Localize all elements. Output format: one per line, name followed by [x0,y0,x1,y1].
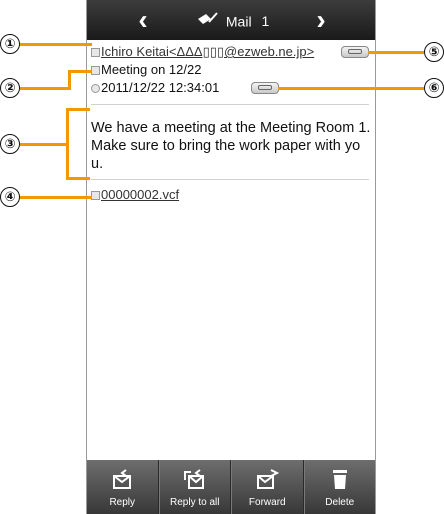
sender-address[interactable]: Ichiro Keitai<ΔΔΔ▯▯▯@ezweb.ne.jp> [101,44,314,59]
reply-icon [113,469,132,489]
callout-6-line [278,87,424,90]
subject-text: Meeting on 12/22 [101,62,202,77]
clock-icon [91,84,100,94]
callout-1: ① [0,34,20,54]
callout-2-line [20,87,70,90]
mail-count: 1 [261,13,270,30]
trash-icon [332,470,347,489]
callout-5-line [368,51,424,54]
date-row: 2011/12/22 12:34:01 [91,79,219,96]
sender-row[interactable]: Ichiro Keitai<ΔΔΔ▯▯▯@ezweb.ne.jp> [91,43,314,60]
callout-2-line [68,70,71,90]
callout-3-bracket [66,108,90,180]
header-divider [91,104,369,105]
forward-icon [257,469,280,489]
callout-4-line [20,196,92,199]
subject-row: Meeting on 12/22 [91,61,201,78]
forward-label: Forward [248,497,286,508]
body-line: Make sure to bring the work paper with y… [91,138,361,154]
message-body: We have a meeting at the Meeting Room 1.… [91,119,371,173]
callout-6: ⑥ [424,78,444,98]
callout-4: ④ [0,187,20,207]
callout-2-line [68,70,92,73]
callout-3: ③ [0,134,20,154]
add-contact-button[interactable] [341,46,369,58]
mail-header: Ichiro Keitai<ΔΔΔ▯▯▯@ezweb.ne.jp> Meetin… [87,40,375,102]
screen-title: Mail 1 [197,0,269,40]
mail-viewer: ‹ Mail 1 › Ichiro Keitai<ΔΔΔ▯▯▯@ezweb.ne… [86,0,376,514]
body-line: We have a meeting at the Meeting Room 1. [91,120,371,136]
reply-all-icon [183,469,204,489]
mail-icon [197,1,219,41]
attachment-link[interactable]: 00000002.vcf [101,187,179,202]
contacts-icon [348,49,362,54]
received-date: 2011/12/22 12:34:01 [101,80,220,95]
callout-1-line [20,43,92,46]
reply-label: Reply [109,497,136,508]
callout-5: ⑤ [424,42,444,62]
reply-all-label: Reply to all [170,497,220,508]
forward-button[interactable]: Forward [231,460,304,514]
body-line: u. [91,156,104,172]
subject-icon [91,66,100,76]
delete-button[interactable]: Delete [303,460,376,514]
callout-2: ② [0,78,20,98]
address-icon [91,48,100,58]
attachment-icon [91,191,100,201]
reply-button[interactable]: Reply [87,460,159,514]
calendar-icon [258,85,272,90]
delete-label: Delete [325,497,355,508]
reply-all-button[interactable]: Reply to all [158,460,231,514]
title-label: Mail [225,13,252,30]
next-mail-button[interactable]: › [299,0,343,40]
add-to-calendar-button[interactable] [251,82,279,94]
action-toolbar: Reply Reply to all Forward Delete [87,460,375,514]
previous-mail-button[interactable]: ‹ [121,0,165,40]
callout-3-line [20,143,68,146]
attachment-row[interactable]: 00000002.vcf [91,186,179,204]
title-bar: ‹ Mail 1 › [87,0,375,40]
body-divider [91,179,369,180]
